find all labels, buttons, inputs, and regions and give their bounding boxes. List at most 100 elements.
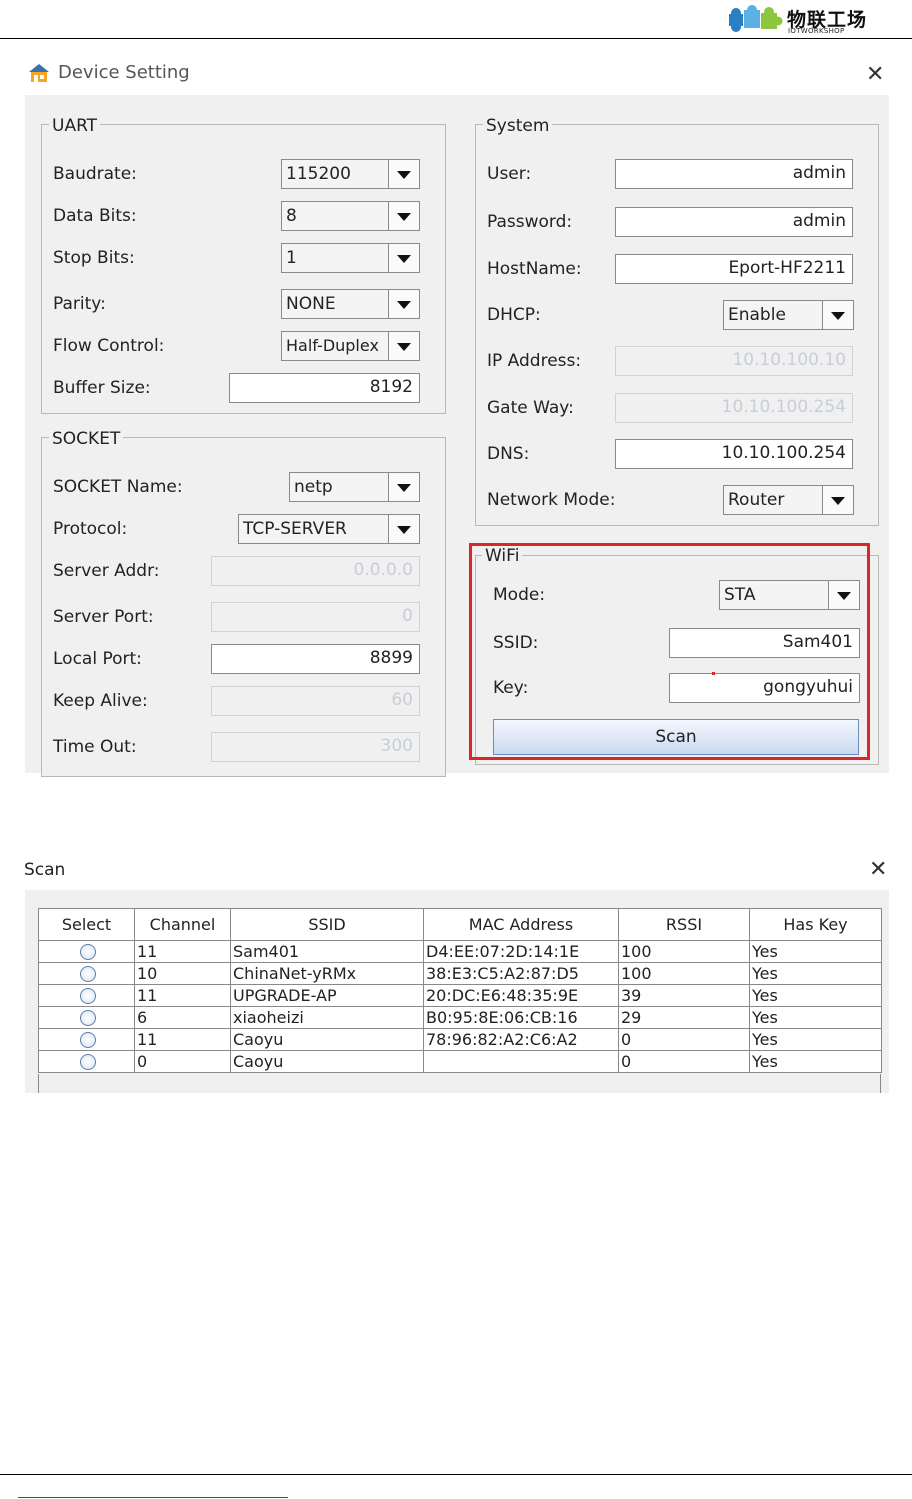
table-row[interactable]: 11 UPGRADE-AP 20:DC:E6:48:35:9E 39 Yes: [38, 984, 882, 1007]
mac-cell: 78:96:82:A2:C6:A2: [423, 1028, 619, 1051]
select-cell[interactable]: [38, 1028, 135, 1051]
ssid-cell: ChinaNet-yRMx: [230, 962, 424, 985]
channel-cell: 0: [134, 1050, 231, 1073]
footer-divider: [0, 1474, 912, 1475]
mac-cell: D4:EE:07:2D:14:1E: [423, 940, 619, 963]
column-header[interactable]: Select: [38, 908, 135, 941]
chevron-down-icon[interactable]: [388, 473, 419, 501]
buffer-size-label: Buffer Size:: [53, 378, 151, 398]
parity-select[interactable]: NONE: [281, 289, 420, 319]
server-port-label: Server Port:: [53, 607, 154, 627]
channel-cell: 6: [134, 1006, 231, 1029]
dhcp-value: Enable: [728, 305, 786, 325]
ssid-cell: xiaoheizi: [230, 1006, 424, 1029]
parity-label: Parity:: [53, 294, 106, 314]
chevron-down-icon[interactable]: [388, 202, 419, 230]
column-header[interactable]: SSID: [230, 908, 424, 941]
hostname-input[interactable]: Eport-HF2211: [615, 254, 853, 284]
select-cell[interactable]: [38, 984, 135, 1007]
local-port-label: Local Port:: [53, 649, 142, 669]
buffer-size-input[interactable]: 8192: [229, 373, 420, 403]
chevron-down-icon[interactable]: [388, 332, 419, 360]
ssid-cell: Caoyu: [230, 1050, 424, 1073]
user-input[interactable]: admin: [615, 159, 853, 189]
close-icon[interactable]: ✕: [866, 62, 884, 87]
window-title: Device Setting: [58, 62, 190, 83]
protocol-label: Protocol:: [53, 519, 128, 539]
table-row[interactable]: 10 ChinaNet-yRMx 38:E3:C5:A2:87:D5 100 Y…: [38, 962, 882, 985]
header-divider: [0, 38, 912, 39]
ip-address-label: IP Address:: [487, 351, 582, 371]
data-bits-select[interactable]: 8: [281, 201, 420, 231]
stop-bits-value: 1: [286, 248, 297, 268]
protocol-select[interactable]: TCP-SERVER: [238, 514, 420, 544]
keep-alive-input: 60: [211, 686, 420, 716]
radio-button[interactable]: [79, 965, 96, 982]
protocol-value: TCP-SERVER: [243, 519, 347, 539]
column-header[interactable]: RSSI: [618, 908, 750, 941]
data-bits-label: Data Bits:: [53, 206, 137, 226]
has-key-cell: Yes: [749, 1050, 882, 1073]
network-mode-label: Network Mode:: [487, 490, 616, 510]
chevron-down-icon[interactable]: [388, 160, 419, 188]
column-header[interactable]: MAC Address: [423, 908, 619, 941]
dns-input[interactable]: 10.10.100.254: [615, 439, 853, 469]
scan-results-table: Select Channel SSID MAC Address RSSI Has…: [38, 908, 882, 1073]
table-row[interactable]: 11 Sam401 D4:EE:07:2D:14:1E 100 Yes: [38, 940, 882, 963]
chevron-down-icon[interactable]: [388, 244, 419, 272]
close-icon[interactable]: ✕: [869, 857, 887, 882]
dhcp-select[interactable]: Enable: [723, 300, 854, 330]
system-group-title: System: [483, 116, 553, 136]
mac-cell: B0:95:8E:06:CB:16: [423, 1006, 619, 1029]
local-port-input[interactable]: 8899: [211, 644, 420, 674]
footer-link-underline[interactable]: [18, 1497, 288, 1498]
has-key-cell: Yes: [749, 984, 882, 1007]
select-cell[interactable]: [38, 1006, 135, 1029]
rssi-cell: 100: [618, 940, 750, 963]
baudrate-select[interactable]: 115200: [281, 159, 420, 189]
has-key-cell: Yes: [749, 1006, 882, 1029]
table-row[interactable]: 11 Caoyu 78:96:82:A2:C6:A2 0 Yes: [38, 1028, 882, 1051]
network-mode-value: Router: [728, 490, 785, 510]
socket-name-value: netp: [294, 477, 333, 497]
flow-control-value: Half-Duplex: [286, 336, 379, 355]
server-addr-label: Server Addr:: [53, 561, 160, 581]
ssid-cell: Sam401: [230, 940, 424, 963]
network-mode-select[interactable]: Router: [723, 485, 854, 515]
stop-bits-select[interactable]: 1: [281, 243, 420, 273]
radio-button[interactable]: [79, 1053, 96, 1070]
chevron-down-icon[interactable]: [822, 301, 853, 329]
table-row[interactable]: 0 Caoyu 0 Yes: [38, 1050, 882, 1073]
flow-control-select[interactable]: Half-Duplex: [281, 331, 420, 361]
table-row[interactable]: 6 xiaoheizi B0:95:8E:06:CB:16 29 Yes: [38, 1006, 882, 1029]
ssid-cell: Caoyu: [230, 1028, 424, 1051]
parity-value: NONE: [286, 294, 336, 314]
radio-button[interactable]: [79, 943, 96, 960]
keep-alive-label: Keep Alive:: [53, 691, 148, 711]
server-addr-input: 0.0.0.0: [211, 556, 420, 586]
select-cell[interactable]: [38, 940, 135, 963]
select-cell[interactable]: [38, 1050, 135, 1073]
has-key-cell: Yes: [749, 940, 882, 963]
table-empty-area: [38, 1074, 881, 1093]
chevron-down-icon[interactable]: [388, 515, 419, 543]
rssi-cell: 100: [618, 962, 750, 985]
chevron-down-icon[interactable]: [388, 290, 419, 318]
stop-bits-label: Stop Bits:: [53, 248, 135, 268]
logo-puzzle-icon: [729, 5, 783, 32]
radio-button[interactable]: [79, 987, 96, 1004]
wifi-highlight-box: [469, 543, 870, 760]
time-out-input: 300: [211, 732, 420, 762]
password-input[interactable]: admin: [615, 207, 853, 237]
column-header[interactable]: Channel: [134, 908, 231, 941]
column-header[interactable]: Has Key: [749, 908, 882, 941]
dns-label: DNS:: [487, 444, 530, 464]
channel-cell: 11: [134, 940, 231, 963]
radio-button[interactable]: [79, 1009, 96, 1026]
select-cell[interactable]: [38, 962, 135, 985]
chevron-down-icon[interactable]: [822, 486, 853, 514]
baudrate-label: Baudrate:: [53, 164, 137, 184]
radio-button[interactable]: [79, 1031, 96, 1048]
socket-name-label: SOCKET Name:: [53, 477, 183, 497]
socket-name-select[interactable]: netp: [289, 472, 420, 502]
